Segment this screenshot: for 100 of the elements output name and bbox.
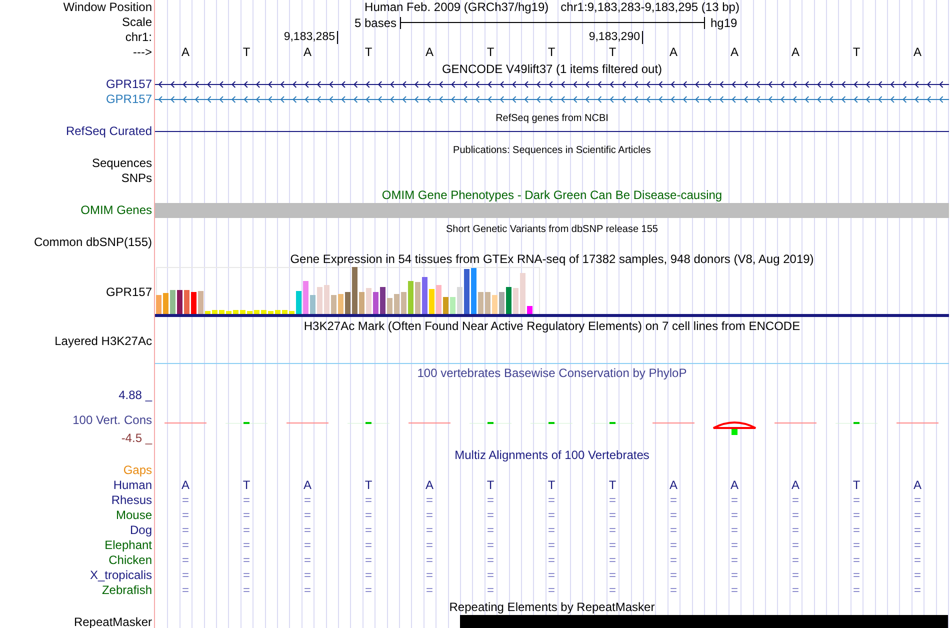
match-mark: =: [486, 523, 495, 538]
match-mark: =: [668, 583, 678, 598]
match-mark: =: [852, 523, 861, 538]
match-mark: =: [546, 553, 556, 568]
match-mark: =: [668, 523, 678, 538]
track-label: SNPs: [121, 171, 152, 186]
match-mark: =: [302, 553, 312, 568]
match-mark: =: [912, 583, 922, 598]
ruler-tick: 9,183,285: [284, 31, 338, 44]
species-label: Chicken: [108, 553, 152, 568]
scale-length: 5 bases: [353, 16, 398, 30]
track-title: Gene Expression in 54 tissues from GTEx RNA-seq of 17382 samples, 948 donors (V8, Aug 2019): [289, 251, 815, 267]
match-mark: =: [364, 523, 373, 538]
match-mark: =: [364, 538, 373, 553]
match-mark: =: [730, 493, 739, 508]
base-letter: T: [486, 45, 496, 60]
match-mark: =: [424, 568, 434, 583]
match-mark: =: [302, 583, 312, 598]
match-mark: =: [486, 538, 495, 553]
base-letter: A: [302, 478, 312, 493]
match-mark: =: [180, 568, 190, 583]
base-letter: T: [364, 478, 374, 493]
axis-min-label: -4.5 _: [121, 431, 152, 446]
base-letter: A: [729, 45, 740, 60]
track-title: Short Genetic Variants from dbSNP release 155: [445, 223, 659, 237]
track-title: RefSeq genes from NCBI: [494, 112, 610, 126]
match-mark: =: [852, 508, 861, 523]
match-mark: =: [730, 523, 739, 538]
match-mark: =: [546, 583, 556, 598]
match-mark: =: [242, 568, 251, 583]
species-label: Zebrafish: [102, 583, 152, 598]
track-label: Common dbSNP(155): [34, 235, 152, 250]
match-mark: =: [546, 493, 556, 508]
species-label: Elephant: [104, 538, 152, 553]
track-label: Layered H3K27Ac: [54, 334, 152, 349]
match-mark: =: [790, 583, 800, 598]
track-label: chr1:: [125, 30, 152, 45]
match-mark: =: [546, 523, 556, 538]
track-title: H3K27Ac Mark (Often Found Near Active Regulatory Elements) on 7 cell lines from ENCODE: [302, 318, 802, 334]
match-mark: =: [608, 508, 617, 523]
match-mark: =: [180, 553, 190, 568]
track-label: Window Position: [63, 0, 152, 15]
match-mark: =: [546, 568, 556, 583]
track-title: OMIM Gene Phenotypes - Dark Green Can Be Disease-causing: [380, 187, 724, 203]
base-letter: T: [486, 478, 496, 493]
match-mark: =: [424, 508, 434, 523]
match-mark: =: [180, 583, 190, 598]
base-letter: T: [608, 478, 618, 493]
match-mark: =: [608, 568, 617, 583]
track-label: GPR157: [106, 284, 152, 300]
track-title: Repeating Elements by RepeatMasker: [448, 599, 656, 615]
strand-arrow: --->: [133, 45, 152, 60]
ruler-tick: 9,183,290: [588, 31, 643, 44]
gene-line[interactable]: [155, 81, 949, 88]
species-label: Human: [113, 478, 152, 493]
match-mark: =: [668, 493, 678, 508]
base-letter: T: [364, 45, 374, 60]
match-mark: =: [668, 568, 678, 583]
match-mark: =: [608, 583, 617, 598]
match-mark: =: [302, 523, 312, 538]
match-mark: =: [912, 508, 922, 523]
base-letter: T: [546, 478, 556, 493]
track-label: Scale: [122, 15, 152, 30]
match-mark: =: [364, 493, 373, 508]
base-letter: T: [608, 45, 618, 60]
species-label: X_tropicalis: [90, 568, 152, 583]
match-mark: =: [242, 508, 251, 523]
match-mark: =: [790, 568, 800, 583]
position-range: chr1:9,183,283-9,183,295 (13 bp): [560, 0, 740, 15]
base-letter: T: [546, 45, 556, 60]
match-mark: =: [852, 583, 861, 598]
track-label: RefSeq Curated: [66, 124, 152, 139]
match-mark: =: [546, 508, 556, 523]
match-mark: =: [302, 538, 312, 553]
match-mark: =: [242, 523, 251, 538]
match-mark: =: [730, 568, 739, 583]
match-mark: =: [424, 553, 434, 568]
match-mark: =: [486, 508, 495, 523]
match-mark: =: [852, 538, 861, 553]
track-title: GENCODE V49lift37 (1 items filtered out): [440, 61, 664, 77]
match-mark: =: [730, 553, 739, 568]
track-label: Gaps: [123, 463, 152, 478]
match-mark: =: [364, 508, 373, 523]
base-letter: A: [180, 45, 190, 60]
match-mark: =: [790, 523, 800, 538]
species-label: Dog: [130, 523, 152, 538]
match-mark: =: [730, 583, 739, 598]
gene-label: GPR157: [106, 77, 152, 92]
match-mark: =: [242, 493, 251, 508]
match-mark: =: [790, 508, 800, 523]
scale-assembly: hg19: [710, 16, 738, 30]
track-title: Publications: Sequences in Scientific Articles: [452, 144, 652, 158]
base-letter: T: [852, 45, 862, 60]
match-mark: =: [180, 538, 190, 553]
match-mark: =: [424, 493, 434, 508]
match-mark: =: [608, 523, 617, 538]
match-mark: =: [668, 538, 678, 553]
base-letter: A: [424, 478, 434, 493]
base-letter: A: [668, 478, 678, 493]
match-mark: =: [486, 568, 495, 583]
